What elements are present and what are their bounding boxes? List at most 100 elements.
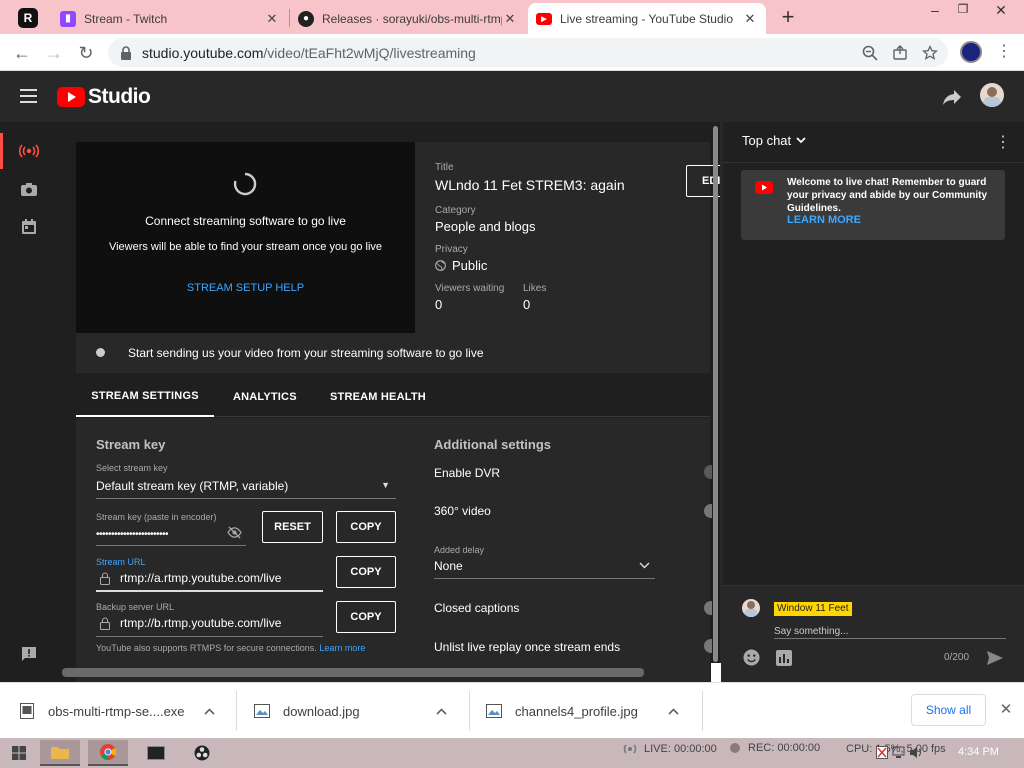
stream-url-field[interactable]: rtmp://a.rtmp.youtube.com/live	[96, 568, 323, 592]
chevron-up-icon[interactable]	[204, 707, 215, 715]
star-icon[interactable]	[922, 44, 938, 61]
chat-mode-dropdown[interactable]: Top chat	[742, 133, 806, 148]
windows-start-icon[interactable]	[12, 746, 26, 760]
stream-key-field[interactable]: ••••••••••••••••••••••••	[96, 524, 246, 546]
download-divider	[702, 691, 703, 731]
taskbar-obs[interactable]	[182, 740, 222, 766]
close-icon[interactable]: ✕	[264, 11, 280, 27]
reset-button[interactable]: RESET	[262, 511, 323, 543]
stream-url-label: Stream URL	[96, 557, 146, 567]
url-host: studio.youtube.com	[142, 44, 264, 61]
share-icon[interactable]	[892, 44, 908, 61]
eye-off-icon[interactable]	[227, 526, 242, 539]
emoji-icon[interactable]	[743, 649, 760, 666]
learn-more-link[interactable]: LEARN MORE	[787, 214, 861, 226]
chat-message-input[interactable]: Say something...	[774, 621, 1006, 639]
windows-taskbar: LIVE: 00:00:00 REC: 00:00:00 CPU: 1.5%, …	[0, 738, 1024, 768]
horizontal-scrollbar[interactable]	[62, 668, 644, 677]
rail-item-feedback[interactable]	[0, 636, 58, 672]
stream-settings-panel: Stream key Select stream key Default str…	[76, 418, 712, 682]
status-message: Start sending us your video from your st…	[128, 346, 484, 360]
copy-backup-button[interactable]: COPY	[336, 601, 396, 633]
tab-stream-health[interactable]: STREAM HEALTH	[330, 377, 426, 417]
vertical-scrollbar[interactable]	[713, 126, 718, 662]
new-tab-button[interactable]: +	[778, 5, 798, 29]
close-downloads-button[interactable]: ✕	[999, 700, 1013, 718]
rail-item-stream[interactable]	[0, 133, 58, 169]
pinned-tab[interactable]: R	[18, 8, 38, 28]
zoom-icon[interactable]	[862, 45, 878, 61]
reload-button[interactable]: ↻	[74, 41, 98, 65]
main-panel: Connect streaming software to go live Vi…	[58, 122, 720, 682]
stream-setup-help-link[interactable]: STREAM SETUP HELP	[76, 282, 415, 294]
download-item[interactable]: obs-multi-rtmp-se....exe	[0, 683, 236, 739]
broadcast-icon	[623, 744, 637, 754]
chat-menu-icon[interactable]: ⋮	[995, 132, 1011, 152]
tab-youtube-studio[interactable]: ▶ Live streaming - YouTube Studio ✕	[528, 3, 766, 34]
viewers-waiting-value: 0	[435, 297, 443, 312]
close-window-button[interactable]: ✕	[978, 0, 1024, 20]
copy-key-button[interactable]: COPY	[336, 511, 396, 543]
rail-item-manage[interactable]	[0, 209, 58, 245]
added-delay-label: Added delay	[434, 545, 485, 555]
camera-icon	[21, 182, 37, 196]
obs-rec-status: REC: 00:00:00	[730, 742, 820, 754]
copy-url-button[interactable]: COPY	[336, 556, 396, 588]
close-icon[interactable]: ✕	[502, 11, 518, 27]
backup-url-field[interactable]: rtmp://b.rtmp.youtube.com/live	[96, 613, 323, 637]
author-chip: Window 11 Feet	[774, 602, 852, 616]
account-avatar[interactable]	[980, 83, 1004, 107]
download-item[interactable]: download.jpg	[237, 683, 469, 739]
taskbar-app[interactable]	[136, 740, 176, 766]
studio-logo[interactable]: Studio	[57, 85, 151, 109]
unlist-replay-toggle[interactable]	[704, 639, 712, 653]
additional-settings-heading: Additional settings	[434, 437, 551, 452]
globe-icon	[435, 260, 446, 271]
viewers-waiting-label: Viewers waiting	[435, 283, 505, 294]
taskbar-file-explorer[interactable]	[40, 740, 80, 766]
browser-tab-strip: R ▮ Stream - Twitch ✕ ● Releases · soray…	[0, 0, 1024, 34]
menu-dots-icon[interactable]: ⋮	[996, 40, 1012, 64]
tab-twitch[interactable]: ▮ Stream - Twitch ✕	[52, 3, 288, 34]
back-button[interactable]: ←	[10, 41, 34, 65]
chevron-up-icon[interactable]	[668, 707, 679, 715]
rtmps-note-text: YouTube also supports RTMPS for secure c…	[96, 643, 317, 653]
tab-github[interactable]: ● Releases · sorayuki/obs-multi-rtmp ✕	[290, 3, 526, 34]
tray-icons[interactable]	[876, 746, 922, 759]
close-icon[interactable]: ✕	[742, 11, 758, 27]
added-delay-select[interactable]: None	[434, 557, 655, 579]
hamburger-menu-icon[interactable]	[20, 89, 37, 103]
url-path: /video/tEaFht2wMjQ/livestreaming	[263, 44, 476, 61]
clock[interactable]: 4:34 PM	[958, 746, 999, 758]
profile-avatar[interactable]	[960, 41, 982, 63]
poll-icon[interactable]	[776, 650, 792, 666]
learn-more-link[interactable]: Learn more	[319, 643, 365, 653]
dropdown-arrow-icon: ▼	[381, 480, 390, 490]
taskbar-chrome[interactable]	[88, 740, 128, 766]
restore-button[interactable]: ❐	[954, 2, 972, 20]
rail-item-webcam[interactable]	[0, 171, 58, 207]
loading-spinner-icon	[233, 172, 257, 196]
omnibox[interactable]: studio.youtube.com/video/tEaFht2wMjQ/liv…	[108, 38, 948, 67]
backup-url-value: rtmp://b.rtmp.youtube.com/live	[120, 616, 282, 630]
download-item[interactable]: channels4_profile.jpg	[470, 683, 702, 739]
stream-key-select[interactable]: Default stream key (RTMP, variable) ▼	[96, 477, 396, 499]
tab-title: Live streaming - YouTube Studio	[560, 11, 733, 26]
share-arrow-icon[interactable]	[942, 88, 962, 106]
stream-key-heading: Stream key	[96, 437, 166, 452]
forward-button[interactable]: →	[42, 41, 66, 65]
show-all-button[interactable]: Show all	[911, 694, 986, 726]
send-icon[interactable]	[986, 650, 1004, 666]
lock-icon[interactable]	[120, 45, 132, 60]
video-360-toggle[interactable]	[704, 504, 712, 518]
studio-logo-text: Studio	[88, 85, 151, 108]
minimize-button[interactable]: –	[924, 2, 946, 20]
tab-stream-settings[interactable]: STREAM SETTINGS	[76, 377, 214, 417]
chevron-up-icon[interactable]	[436, 707, 447, 715]
obs-icon	[194, 745, 210, 761]
privacy-value: Public	[452, 258, 488, 273]
settings-tabs: STREAM SETTINGS ANALYTICS STREAM HEALTH	[76, 377, 710, 417]
tab-analytics[interactable]: ANALYTICS	[233, 377, 297, 417]
enable-dvr-toggle[interactable]	[704, 465, 712, 479]
closed-captions-toggle[interactable]	[704, 601, 712, 615]
